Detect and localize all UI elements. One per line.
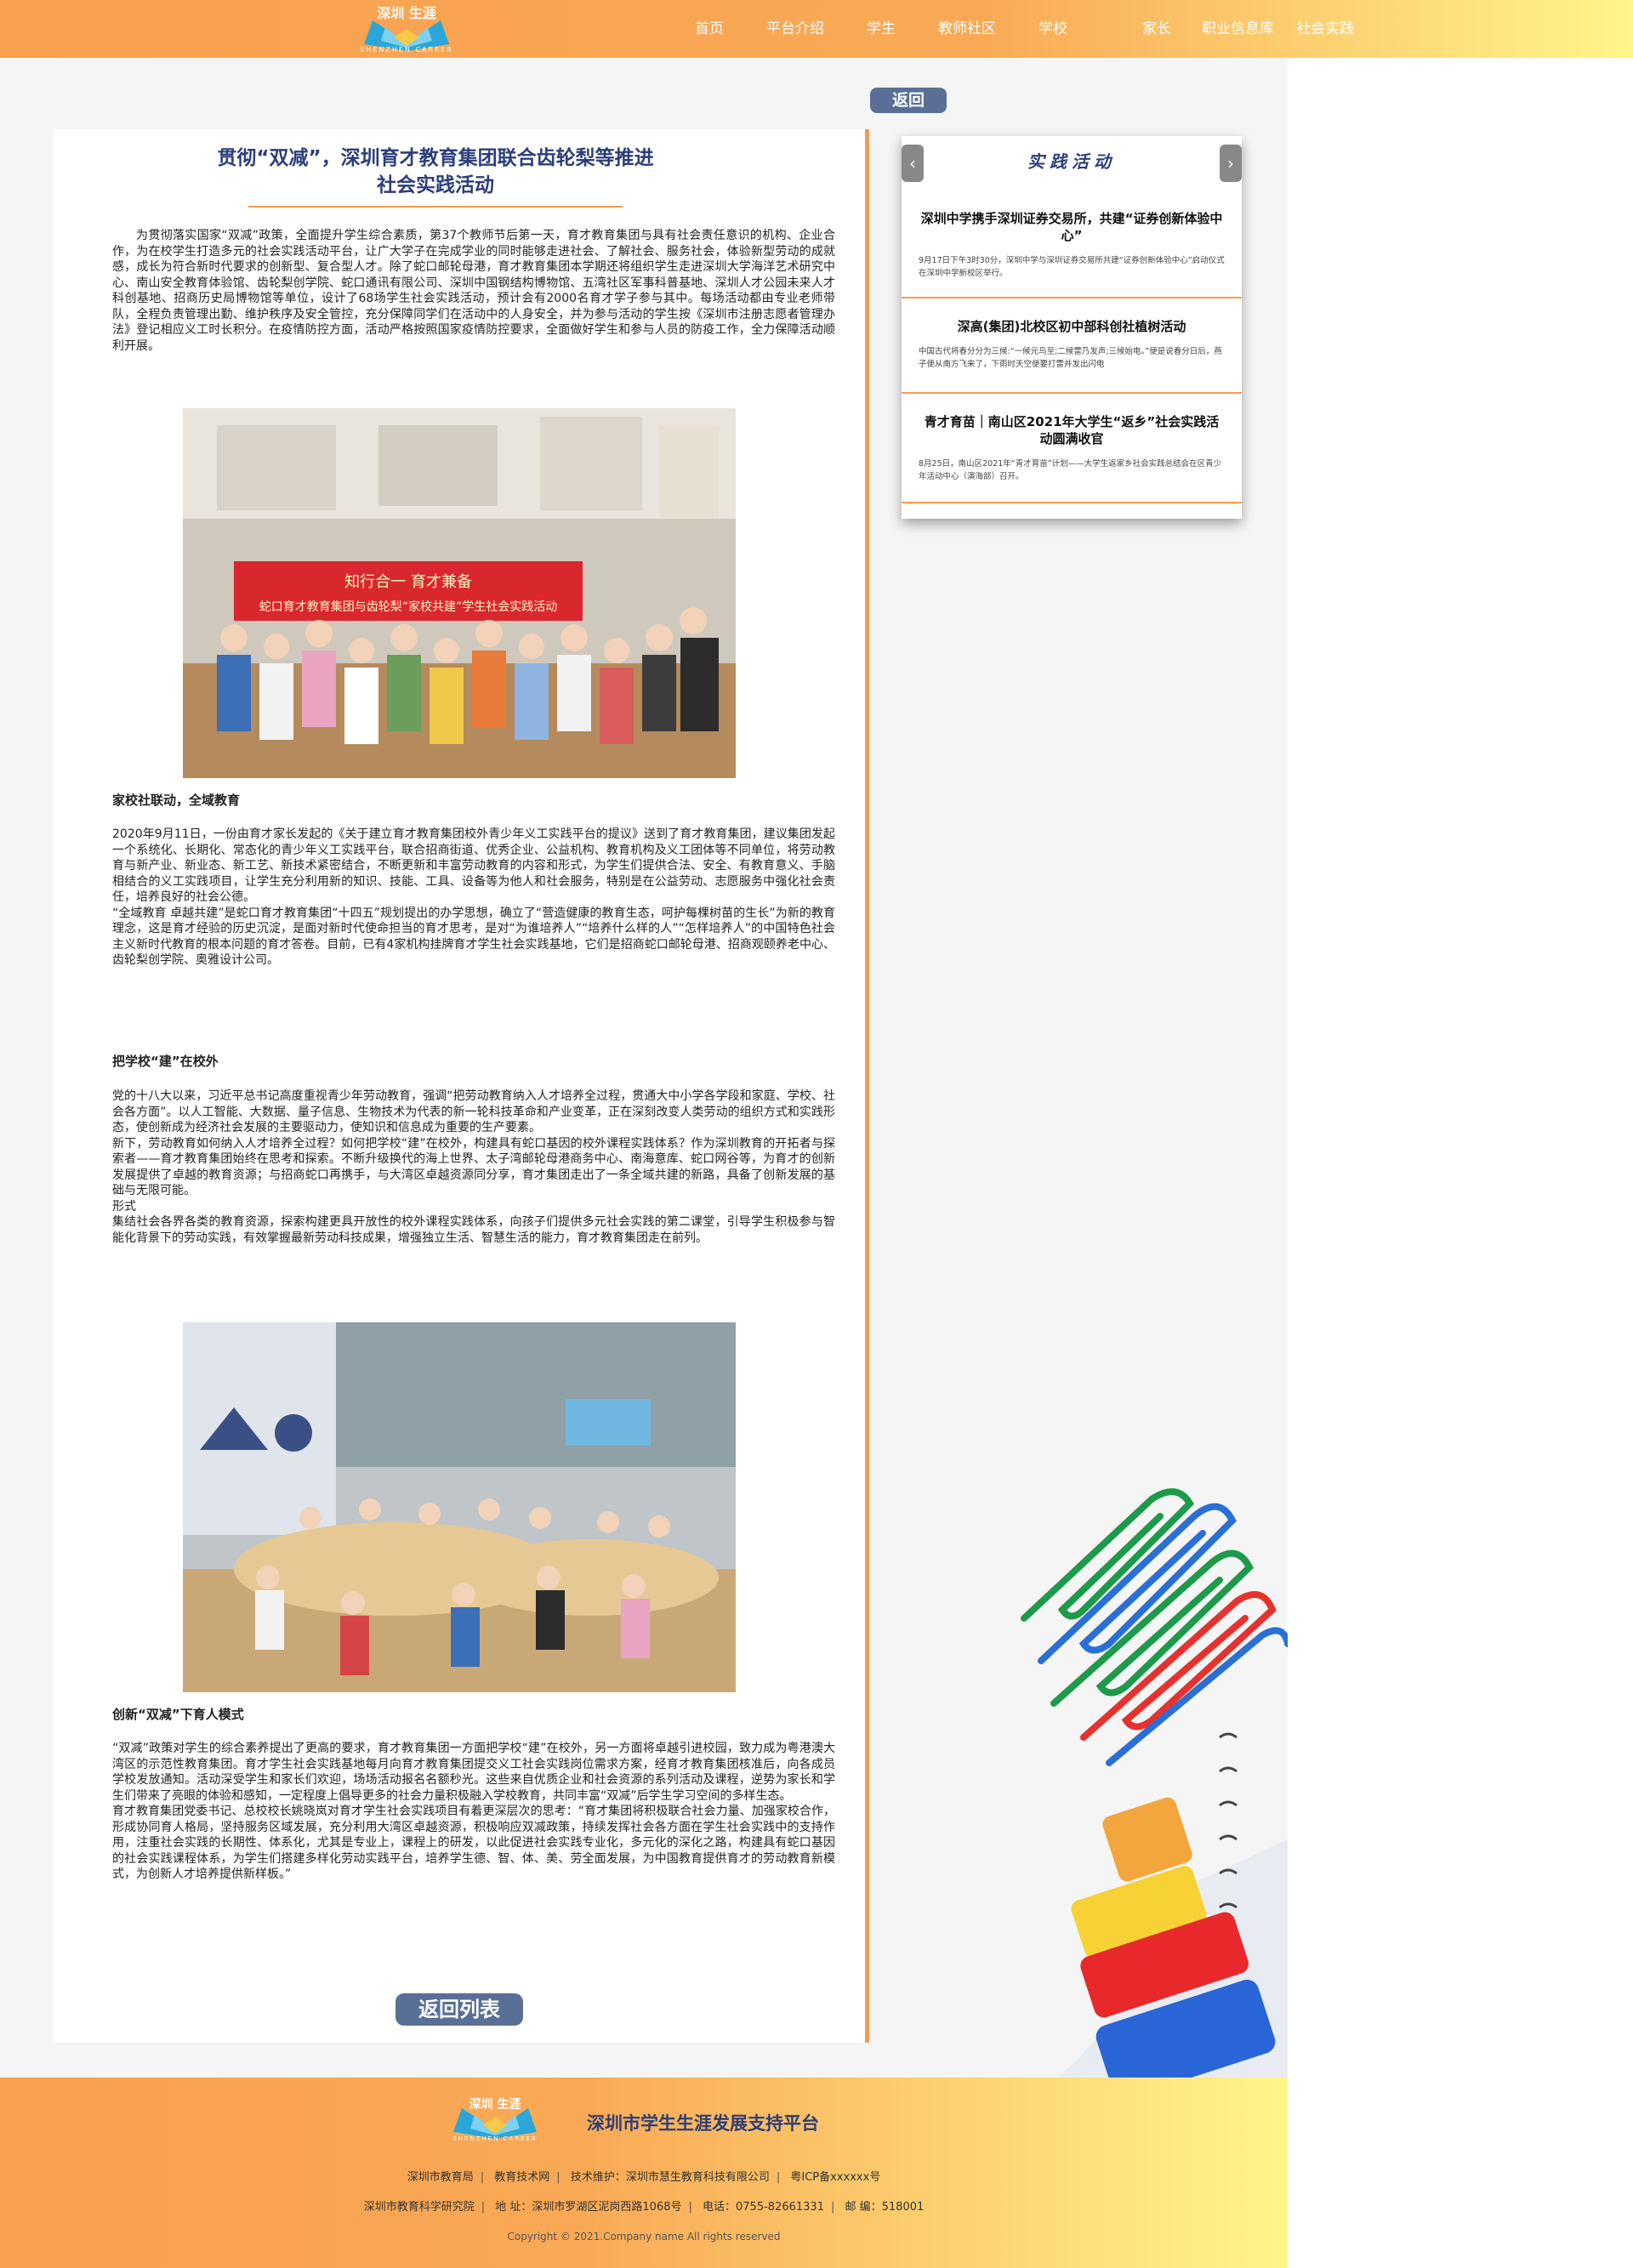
svg-text:深圳 生涯: 深圳 生涯 xyxy=(469,2097,521,2112)
footer-icp[interactable]: 粤ICP备xxxxxx号 xyxy=(790,2171,880,2184)
footer-text: 深圳市教育科学研究院 xyxy=(363,2201,475,2214)
nav-parent[interactable]: 家长 xyxy=(1129,0,1188,58)
intro-paragraph: 为贯彻落实国家“双减”政策，全面提升学生综合素质，第37个教师节后第一天，育才教… xyxy=(112,229,835,353)
nav-school[interactable]: 学校 xyxy=(1025,0,1129,58)
separator: | xyxy=(776,2171,781,2184)
footer-contact-row: 深圳市教育科学研究院 | 地 址：深圳市罗湖区泥岗西路1068号 | 电话：0755… xyxy=(0,2197,1288,2214)
nav-home[interactable]: 首页 xyxy=(680,0,753,58)
nav-social-practice[interactable]: 社会实践 xyxy=(1283,0,1368,58)
footer-link[interactable]: 深圳市教育局 xyxy=(407,2171,474,2184)
section-1-paragraph-1: 2020年9月11日，一份由育才家长发起的《关于建立育才教育集团校外青少年义工实… xyxy=(112,827,835,904)
separator: | xyxy=(830,2201,835,2214)
separator: | xyxy=(688,2201,692,2214)
section-heading-3: 创新“双减”下育人模式 xyxy=(112,1707,244,1722)
nav-career-library[interactable]: 职业信息库 xyxy=(1188,0,1283,58)
svg-text:SHENZHEN CAREER: SHENZHEN CAREER xyxy=(452,2135,538,2142)
separator: | xyxy=(480,2171,485,2184)
sidebar-item-desc: 9月17日下午3时30分，深圳中学与深圳证券交易所共建“证券创新体验中心”启动仪… xyxy=(919,256,1225,278)
group-photo-image: 知行合一 育才兼备 蛇口育才教育集团与齿轮梨“家校共建”学生社会实践活动 xyxy=(183,408,736,778)
site-logo[interactable]: 深圳 生涯 SHENZHEN CAREER xyxy=(347,3,466,54)
footer-postcode: 邮 编：518001 xyxy=(845,2201,925,2214)
footer-site-name: 深圳市学生生涯发展支持平台 xyxy=(587,2113,819,2134)
footer-link[interactable]: 教育技术网 xyxy=(494,2171,549,2184)
sidebar-item-title: 深圳中学携手深圳证券交易所，共建“证券创新体验中心” xyxy=(920,211,1223,243)
section-2-paragraph-2: 新下，劳动教育如何纳入人才培养全过程？如何把学校“建”在校外，构建具有蛇口基因的… xyxy=(112,1136,835,1198)
section-2-paragraph-3: 形式 xyxy=(112,1199,136,1214)
section-1-body: 2020年9月11日，一份由育才家长发起的《关于建立育才教育集团校外青少年义工实… xyxy=(112,827,835,969)
section-3-paragraph-2: 育才教育集团党委书记、总校校长姚晓岚对育才学生社会实践项目有着更深层次的思考：“… xyxy=(112,1805,835,1881)
article-photo-1: 知行合一 育才兼备 蛇口育才教育集团与齿轮梨“家校共建”学生社会实践活动 xyxy=(183,408,736,778)
footer-phone: 电话：0755-82661331 xyxy=(703,2201,824,2214)
separator: | xyxy=(556,2171,560,2184)
section-heading-1: 家校社联动，全域教育 xyxy=(112,793,241,808)
sidebar-item[interactable]: 深圳中学携手深圳证券交易所，共建“证券创新体验中心” 9月17日下午3时30分，… xyxy=(902,210,1242,298)
classroom-photo-image xyxy=(183,1322,736,1692)
sidebar-title: 实践活动 xyxy=(1027,151,1116,172)
page-footer: 深圳 生涯 SHENZHEN CAREER 深圳市学生生涯发展支持平台 深圳市教… xyxy=(0,2078,1288,2268)
practice-sidebar: ‹ 实践活动 › 深圳中学携手深圳证券交易所，共建“证券创新体验中心” 9月17… xyxy=(902,136,1242,519)
article-card: 贯彻“双减”，深圳育才教育集团联合齿轮梨等推进社会实践活动 为贯彻落实国家“双减… xyxy=(53,129,869,2043)
banner-line-2: 蛇口育才教育集团与齿轮梨“家校共建”学生社会实践活动 xyxy=(259,600,558,614)
article-title: 贯彻“双减”，深圳育才教育集团联合齿轮梨等推进社会实践活动 xyxy=(217,147,654,196)
page-body: 返回 贯彻“双减”，深圳育才教育集团联合齿轮梨等推进社会实践活动 为贯彻落实国家… xyxy=(0,58,1288,2078)
section-heading-2: 把学校“建”在校外 xyxy=(112,1054,219,1069)
banner-line-1: 知行合一 育才兼备 xyxy=(344,573,472,591)
sidebar-item-title: 深高(集团)北校区初中部科创社植树活动 xyxy=(957,319,1186,334)
logo-fan-icon: 深圳 生涯 SHENZHEN CAREER xyxy=(452,2097,538,2142)
section-2-paragraph-1: 党的十八大以来，习近平总书记高度重视青少年劳动教育，强调“把劳动教育纳入人才培养… xyxy=(112,1089,835,1134)
sidebar-item-title: 青才育苗｜南山区2021年大学生“返乡”社会实践活动圆满收官 xyxy=(924,414,1220,446)
footer-text: 技术维护：深圳市慧生教育科技有限公司 xyxy=(570,2171,770,2184)
nav-teacher-community[interactable]: 教师社区 xyxy=(925,0,1025,58)
page-gutter xyxy=(1288,58,1633,2268)
footer-logo[interactable]: 深圳 生涯 SHENZHEN CAREER xyxy=(438,2093,553,2142)
section-3-paragraph-1: “双减”政策对学生的综合素养提出了更高的要求，育才教育集团一方面把学校“建”在校… xyxy=(112,1742,835,1803)
chevron-right-icon[interactable]: › xyxy=(1220,145,1242,182)
sidebar-item[interactable]: 深高(集团)北校区初中部科创社植树活动 中国古代将春分分为三候:“一候元鸟至;二… xyxy=(902,318,1242,394)
sidebar-item-desc: 8月25日，南山区2021年“青才育苗”计划——大学生返家乡社会实践总结会在区青… xyxy=(919,459,1222,481)
back-button[interactable]: 返回 xyxy=(870,88,947,113)
logo-subtitle: SHENZHEN CAREER xyxy=(360,46,453,54)
main-nav: 首页 平台介绍 学生 教师社区 学校 家长 职业信息库 社会实践 xyxy=(680,0,1368,58)
logo-text: 深圳 生涯 xyxy=(377,5,436,21)
section-2-paragraph-4: 集结社会各界各类的教育资源，探索构建更具开放性的校外课程实践体系，向孩子们提供多… xyxy=(112,1215,835,1245)
article-photo-2 xyxy=(183,1322,736,1692)
article-intro: 为贯彻落实国家“双减”政策，全面提升学生综合素质，第37个教师节后第一天，育才教… xyxy=(112,228,835,354)
nav-student[interactable]: 学生 xyxy=(853,0,925,58)
paperclips-decoration xyxy=(1007,1482,1288,2078)
top-header: 深圳 生涯 SHENZHEN CAREER 首页 平台介绍 学生 教师社区 学校… xyxy=(0,0,1633,58)
footer-links-row: 深圳市教育局 | 教育技术网 | 技术维护：深圳市慧生教育科技有限公司 | 粤ICP备… xyxy=(0,2168,1288,2184)
copyright: Copyright © 2021.Company name All rights… xyxy=(507,2231,781,2242)
return-list-button[interactable]: 返回列表 xyxy=(395,1993,523,2026)
section-1-paragraph-2: “全域教育 卓越共建”是蛇口育才教育集团“十四五”规划提出的办学思想，确立了“营… xyxy=(112,906,835,968)
sidebar-item-desc: 中国古代将春分分为三候:“一候元鸟至;二候雷乃发声;三候始电。”便是说春分日后，… xyxy=(919,347,1222,369)
nav-platform[interactable]: 平台介绍 xyxy=(753,0,853,58)
title-divider xyxy=(248,206,623,207)
footer-address: 地 址：深圳市罗湖区泥岗西路1068号 xyxy=(495,2201,682,2214)
section-3-body: “双减”政策对学生的综合素养提出了更高的要求，育才教育集团一方面把学校“建”在校… xyxy=(112,1741,835,1883)
separator: | xyxy=(481,2201,486,2214)
section-2-body: 党的十八大以来，习近平总书记高度重视青少年劳动教育，强调“把劳动教育纳入人才培养… xyxy=(112,1089,835,1246)
sidebar-item[interactable]: 青才育苗｜南山区2021年大学生“返乡”社会实践活动圆满收官 8月25日，南山区… xyxy=(902,413,1242,503)
